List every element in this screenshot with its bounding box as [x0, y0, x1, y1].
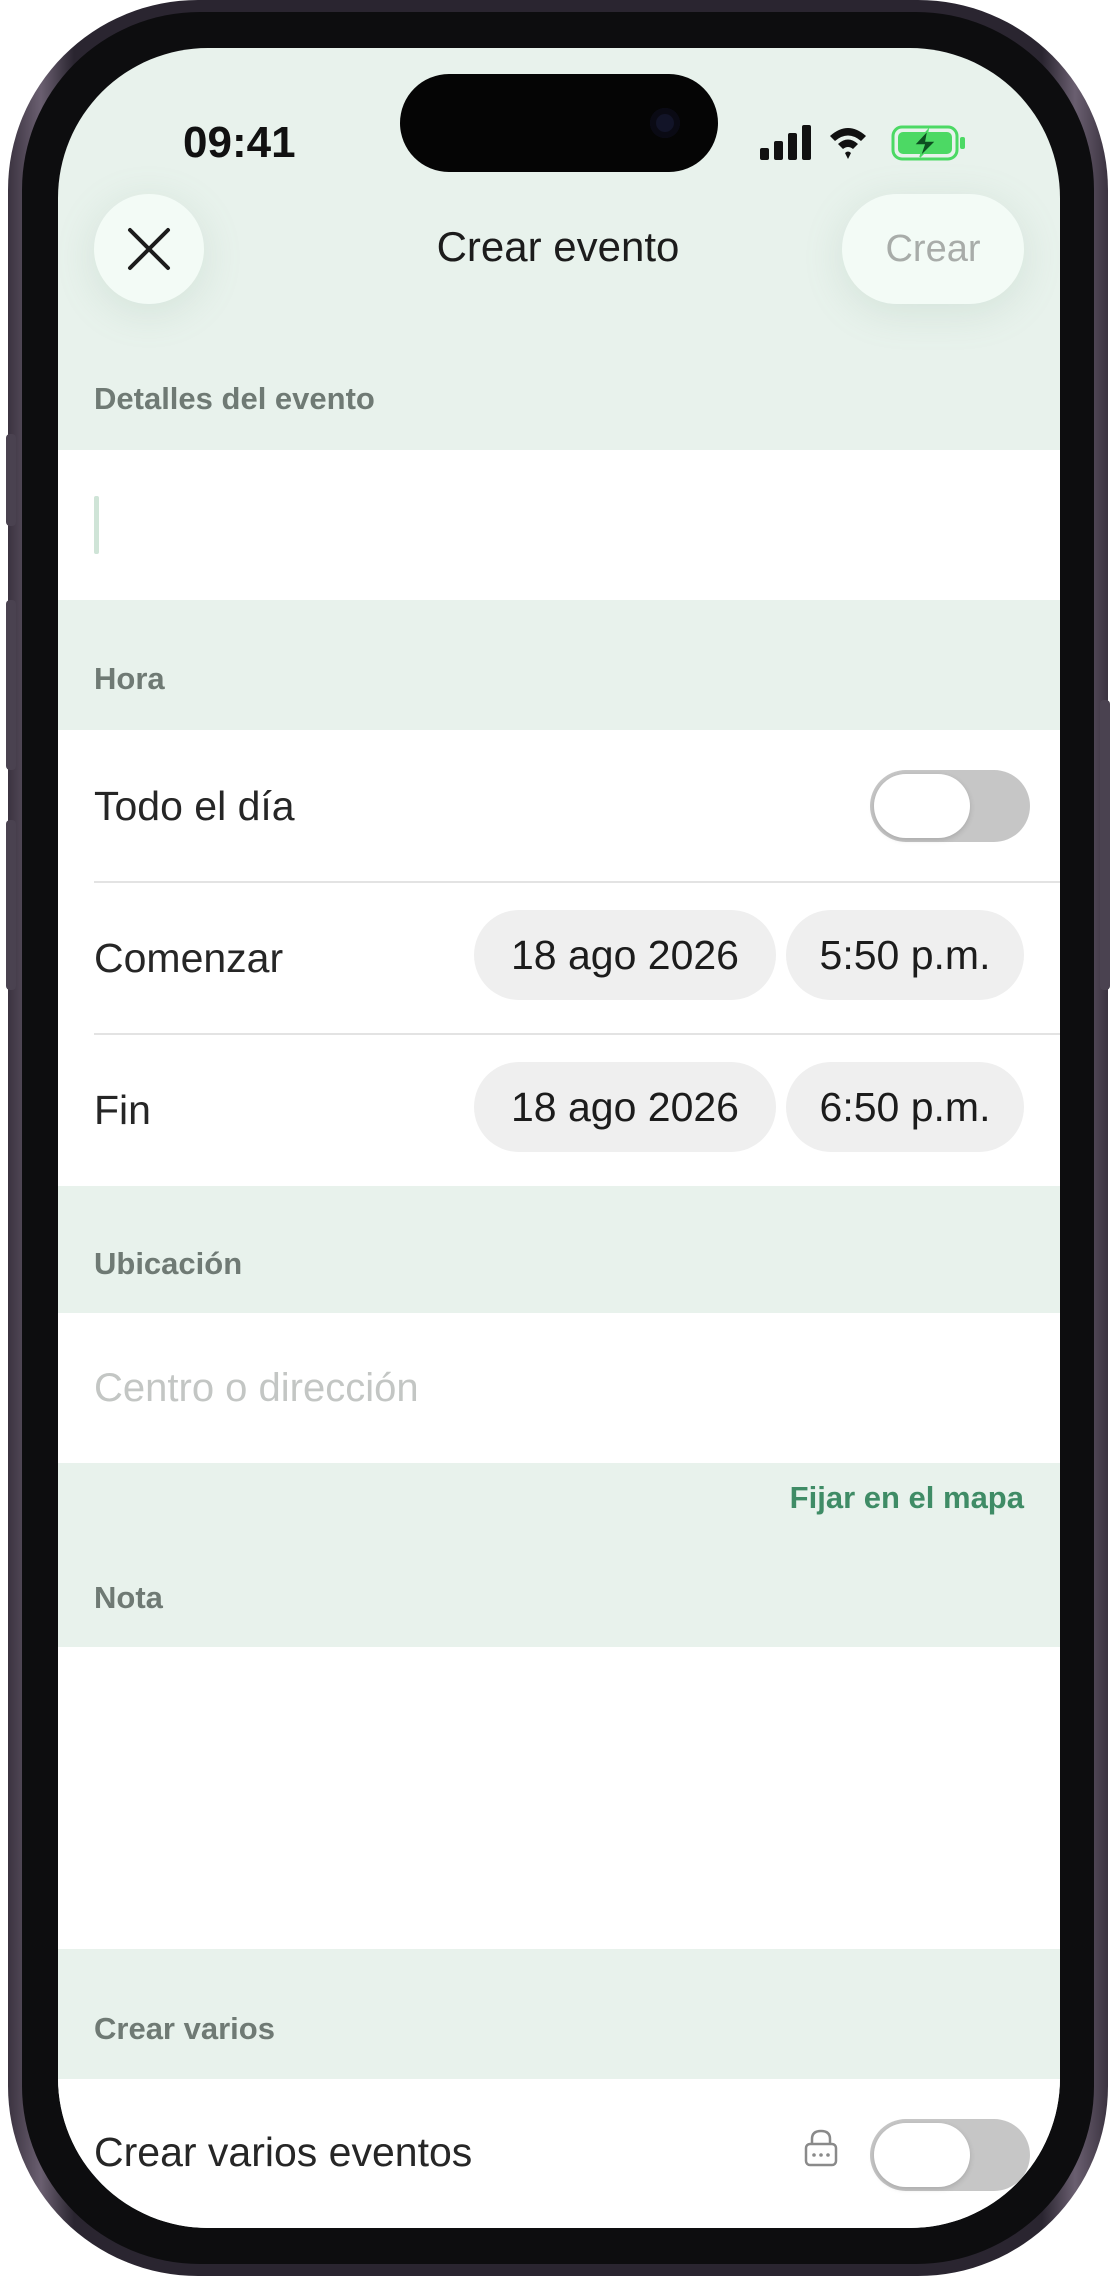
- pin-on-map-link[interactable]: Fijar en el mapa: [790, 1480, 1024, 1516]
- all-day-toggle[interactable]: [870, 770, 1030, 842]
- location-placeholder: Centro o dirección: [94, 1366, 419, 1410]
- section-label-location: Ubicación: [94, 1246, 243, 1281]
- multiple-events-toggle[interactable]: [870, 2119, 1030, 2191]
- volume-up-button: [6, 600, 16, 770]
- volume-down-button: [6, 820, 16, 990]
- status-icons: [760, 125, 965, 161]
- front-camera-icon: [650, 108, 680, 138]
- section-label-time: Hora: [94, 661, 165, 696]
- end-label: Fin: [94, 1087, 151, 1133]
- end-time-button[interactable]: 6:50 p.m.: [786, 1062, 1024, 1152]
- divider: [94, 881, 1060, 883]
- multiple-events-row: Crear varios eventos: [58, 2079, 1060, 2228]
- action-button: [6, 434, 16, 526]
- close-button[interactable]: [94, 194, 204, 304]
- section-label-details: Detalles del evento: [94, 381, 375, 416]
- toggle-knob: [874, 2123, 970, 2187]
- time-group: Todo el día Comenzar 18 ago 2026 5:50 p.…: [58, 730, 1060, 1186]
- start-time-button[interactable]: 5:50 p.m.: [786, 910, 1024, 1000]
- cellular-signal-icon: [760, 125, 811, 160]
- status-time: 09:41: [183, 118, 296, 167]
- start-date-button[interactable]: 18 ago 2026: [474, 910, 776, 1000]
- end-date-button[interactable]: 18 ago 2026: [474, 1062, 776, 1152]
- app-screen: 09:41 Crear evento Crear Detalles del ev…: [58, 48, 1060, 2228]
- section-label-multiple: Crear varios: [94, 2011, 275, 2046]
- wifi-icon: [830, 128, 866, 159]
- create-button[interactable]: Crear: [842, 194, 1024, 304]
- dynamic-island: [400, 74, 718, 172]
- power-button: [1100, 700, 1110, 990]
- event-title-input[interactable]: [58, 450, 1060, 600]
- close-icon: [128, 228, 170, 270]
- note-input[interactable]: [58, 1647, 1060, 1949]
- section-label-note: Nota: [94, 1580, 163, 1615]
- page-title: Crear evento: [436, 223, 680, 270]
- battery-charging-icon: [891, 125, 965, 161]
- toggle-knob: [874, 774, 970, 838]
- location-input[interactable]: Centro o dirección: [58, 1313, 1060, 1463]
- start-label: Comenzar: [94, 935, 284, 981]
- text-cursor: [94, 496, 99, 554]
- multiple-events-label: Crear varios eventos: [94, 2129, 473, 2175]
- divider: [94, 1033, 1060, 1035]
- all-day-label: Todo el día: [94, 783, 295, 829]
- lock-icon: [804, 2129, 838, 2167]
